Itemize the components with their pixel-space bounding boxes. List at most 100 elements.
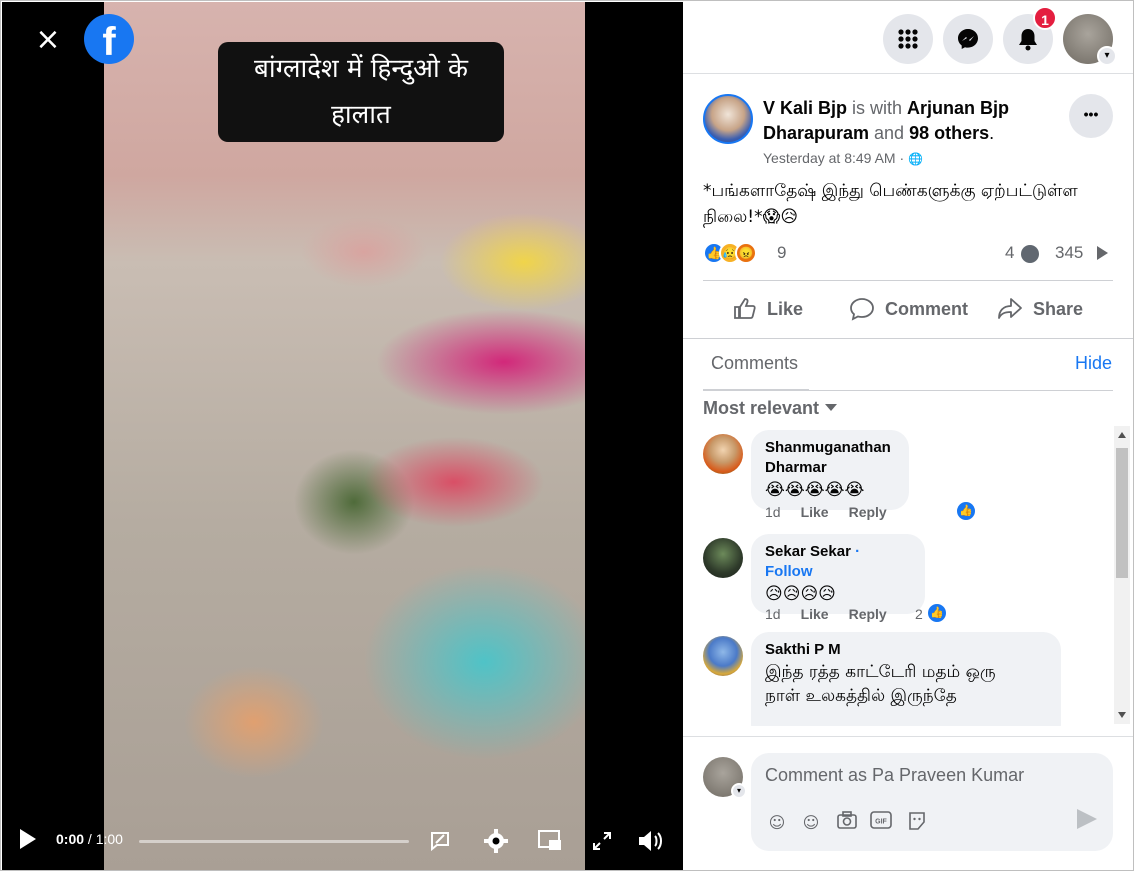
- others-link[interactable]: 98 others: [909, 123, 989, 143]
- time-total: / 1:00: [84, 831, 123, 847]
- like-button[interactable]: Like: [733, 287, 803, 331]
- scroll-thumb[interactable]: [1116, 448, 1128, 578]
- comment-reply-link[interactable]: Reply: [849, 504, 887, 520]
- video-frame[interactable]: बांग्लादेश में हिन्दुओ के हालात: [104, 2, 585, 870]
- reaction-count[interactable]: 9: [777, 243, 786, 263]
- video-controls: 0:00 / 1:00: [2, 811, 683, 870]
- close-icon[interactable]: ×: [30, 24, 66, 60]
- comment-likes-count[interactable]: 2: [915, 606, 923, 622]
- reactions-summary[interactable]: 👍 😥 😠 9 4 345: [703, 242, 1113, 266]
- comment-like-link[interactable]: Like: [801, 504, 829, 520]
- tab-comments[interactable]: Comments: [711, 353, 798, 374]
- app-frame: बांग्लादेश में हिन्दुओ के हालात × f 0:00…: [0, 0, 1134, 871]
- composer-box: ☺ ☺ GIF: [751, 753, 1113, 851]
- time-display: 0:00 / 1:00: [56, 831, 123, 847]
- post-timestamp: Yesterday at 8:49 AM · 🌐: [763, 150, 923, 166]
- author-name[interactable]: V Kali Bjp: [763, 98, 847, 118]
- hide-comments-link[interactable]: Hide: [1075, 353, 1112, 374]
- comment-bubble: Sakthi P M இந்த ரத்த காட்டேரி மதம் ஒரு ந…: [751, 632, 1061, 726]
- commenter-name[interactable]: Shanmuganathan Dharmar: [765, 438, 895, 478]
- caret-down-icon: [825, 404, 838, 411]
- comment-button[interactable]: Comment: [849, 287, 968, 331]
- facebook-logo[interactable]: f: [84, 14, 134, 64]
- comment-meta: 1d Like Reply: [765, 606, 907, 622]
- and-text: and: [869, 123, 910, 143]
- with-text: is with: [847, 98, 908, 118]
- notifications-badge: 1: [1033, 6, 1057, 30]
- captions-off-icon[interactable]: [428, 829, 452, 853]
- comments-header: Comments Hide: [683, 338, 1133, 391]
- post-text: *பங்களாதேஷ் இந்து பெண்களுக்கு ஏற்பட்டுள்…: [703, 181, 1078, 227]
- more-options-icon[interactable]: •••: [1069, 94, 1113, 138]
- share-label: Share: [1033, 298, 1084, 319]
- commenter-name[interactable]: Sakthi P M: [765, 640, 1047, 660]
- emoji-icon[interactable]: ☺: [799, 811, 823, 835]
- comment-bubble: Sekar Sekar · Follow 😥😥😥😥: [751, 534, 925, 614]
- comments-list: Shanmuganathan Dharmar 😭😭😭😭😭 👍 1d Like Rep…: [683, 426, 1133, 726]
- camera-icon[interactable]: [835, 811, 859, 835]
- time-current: 0:00: [56, 831, 85, 847]
- divider: [703, 390, 1113, 391]
- comment-meta: 1d Like Reply: [765, 504, 907, 520]
- mini-player-icon[interactable]: [537, 828, 563, 854]
- svg-text:GIF: GIF: [875, 819, 887, 826]
- comment-composer: ▾ ☺ ☺ GIF: [683, 736, 1133, 870]
- commenter-name[interactable]: Sekar Sekar: [765, 543, 851, 560]
- video-caption: बांग्लादेश में हिन्दुओ के हालात: [218, 42, 504, 142]
- sort-label: Most relevant: [703, 398, 820, 418]
- share-icon: [998, 298, 1022, 319]
- comment-age[interactable]: 1d: [765, 606, 781, 622]
- comments-scrollbar[interactable]: [1114, 426, 1130, 724]
- post-time[interactable]: Yesterday at 8:49 AM ·: [763, 150, 908, 166]
- send-icon[interactable]: [1077, 809, 1097, 829]
- play-icon[interactable]: [20, 829, 36, 849]
- menu-grid-icon[interactable]: [883, 14, 933, 64]
- post-author-line: V Kali Bjp is with Arjunan Bjp Dharapura…: [763, 96, 1053, 146]
- comment-bubble-icon: [1021, 245, 1039, 263]
- globe-icon: 🌐: [908, 152, 923, 166]
- scroll-down-icon[interactable]: [1118, 712, 1126, 718]
- progress-bar[interactable]: [139, 840, 409, 843]
- comment-age[interactable]: 1d: [765, 504, 781, 520]
- chevron-down-icon[interactable]: ▾: [1097, 46, 1117, 66]
- comment-like-badge-icon: 👍: [926, 602, 948, 624]
- comment-icon: [850, 298, 874, 321]
- comment-like-link[interactable]: Like: [801, 606, 829, 622]
- commenter-avatar[interactable]: [703, 636, 743, 676]
- like-label: Like: [767, 298, 804, 319]
- sticker-icon[interactable]: [905, 811, 929, 835]
- commenter-avatar[interactable]: [703, 538, 743, 578]
- sort-comments-dropdown[interactable]: Most relevant: [703, 398, 838, 419]
- post-panel: 1 ▾ V Kali Bjp is with Arjunan Bjp Dhara…: [683, 2, 1133, 870]
- comment-text: இந்த ரத்த காட்டேரி மதம் ஒரு நாள் உலகத்தி…: [765, 662, 996, 706]
- comment-label: Comment: [885, 298, 969, 319]
- video-viewer: बांग्लादेश में हिन्दुओ के हालात × f 0:00…: [2, 2, 683, 870]
- commenter-name-line: Sekar Sekar · Follow: [765, 542, 911, 582]
- commenter-avatar[interactable]: [703, 434, 743, 474]
- avatar-sticker-icon[interactable]: ☺: [765, 811, 789, 835]
- top-bar: 1 ▾: [683, 2, 1133, 74]
- author-avatar[interactable]: [703, 94, 753, 144]
- settings-gear-icon[interactable]: [483, 828, 509, 854]
- share-button[interactable]: Share: [997, 287, 1083, 331]
- period: .: [989, 123, 995, 143]
- angry-reaction-icon: 😠: [735, 242, 757, 264]
- comment-reply-link[interactable]: Reply: [849, 606, 887, 622]
- fullscreen-icon[interactable]: [592, 831, 612, 851]
- volume-icon[interactable]: [636, 827, 664, 855]
- comment-input[interactable]: [765, 765, 1085, 786]
- thumbs-up-icon: [734, 298, 756, 319]
- composer-avatar[interactable]: ▾: [703, 757, 747, 799]
- gif-icon[interactable]: GIF: [869, 811, 893, 835]
- comments-count[interactable]: 4: [1005, 243, 1014, 263]
- comment-like-badge-icon: 👍: [955, 500, 977, 522]
- post-actions: Like Comment Share: [703, 280, 1113, 336]
- messenger-icon[interactable]: [943, 14, 993, 64]
- views-count[interactable]: 345: [1055, 243, 1083, 263]
- comment-text: 😭😭😭😭😭: [765, 480, 865, 500]
- comment-bubble: Shanmuganathan Dharmar 😭😭😭😭😭: [751, 430, 909, 510]
- scroll-up-icon[interactable]: [1118, 432, 1126, 438]
- account-avatar[interactable]: ▾: [1063, 14, 1117, 66]
- chevron-down-icon[interactable]: ▾: [731, 783, 747, 799]
- play-count-icon: [1097, 246, 1108, 260]
